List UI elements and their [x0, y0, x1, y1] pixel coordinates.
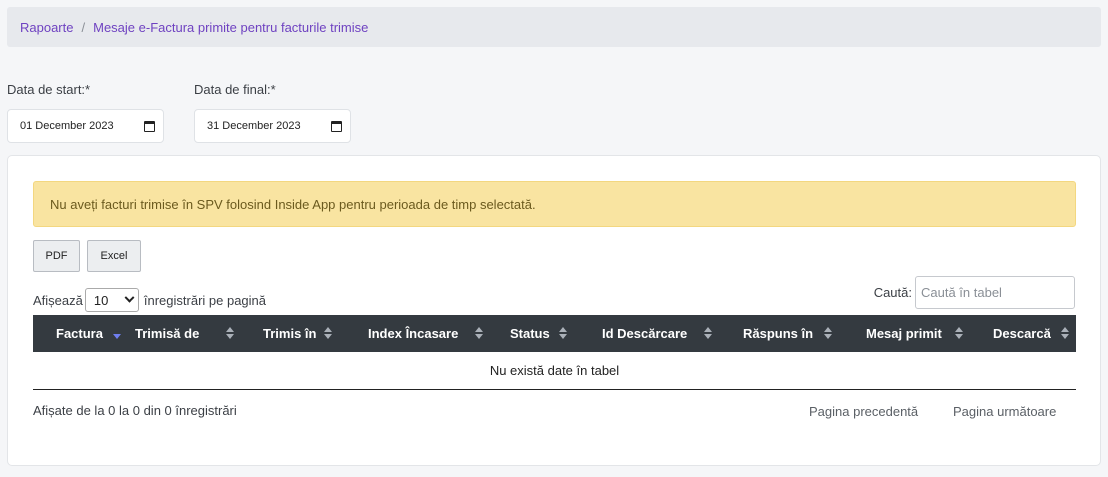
- warning-alert: Nu aveți facturi trimise în SPV folosind…: [33, 181, 1076, 227]
- calendar-icon[interactable]: [331, 120, 342, 132]
- page-length-select[interactable]: 10: [84, 288, 139, 312]
- page-length-value: 10: [93, 292, 109, 308]
- sort-icon: [704, 327, 712, 341]
- pagination-next[interactable]: Pagina următoare: [953, 404, 1056, 419]
- column-label: Răspuns în: [743, 326, 814, 341]
- column-header-id-descarcare[interactable]: Id Descărcare: [602, 315, 687, 352]
- column-label: Trimis în: [263, 326, 317, 341]
- column-header-trimis-in[interactable]: Trimis în: [263, 315, 316, 352]
- end-date-value: 31 December 2023: [207, 120, 301, 132]
- breadcrumb: Rapoarte / Mesaje e-Factura primite pent…: [7, 7, 1101, 47]
- export-pdf-button[interactable]: PDF: [33, 240, 80, 272]
- table-info: Afișate de la 0 la 0 din 0 înregistrări: [33, 403, 237, 418]
- column-header-trimisa-de[interactable]: Trimisă de: [135, 315, 199, 352]
- column-header-factura[interactable]: Factura: [56, 315, 103, 352]
- table-header: Factura Trimisă de Trimis în Index Încas…: [33, 315, 1076, 352]
- empty-table-text: Nu există date în tabel: [489, 363, 620, 378]
- pagination-previous[interactable]: Pagina precedentă: [809, 404, 918, 419]
- breadcrumb-current: Mesaje e-Factura primite pentru facturil…: [93, 19, 369, 35]
- sort-icon: [475, 327, 483, 341]
- sort-icon: [824, 327, 832, 341]
- sort-icon: [955, 327, 963, 341]
- column-header-descarca[interactable]: Descarcă: [993, 315, 1051, 352]
- start-date-label: Data de start:*: [7, 82, 91, 97]
- search-placeholder: Caută în tabel: [921, 285, 1002, 300]
- sort-icon: [226, 327, 234, 341]
- breadcrumb-separator: /: [81, 19, 86, 35]
- column-header-mesaj-primit[interactable]: Mesaj primit: [866, 315, 942, 352]
- column-header-raspuns-in[interactable]: Răspuns în: [743, 315, 813, 352]
- start-date-group: Data de start:* 01 December 2023: [7, 82, 164, 143]
- column-header-status[interactable]: Status: [510, 315, 550, 352]
- column-label: Mesaj primit: [866, 326, 942, 341]
- length-suffix: înregistrări pe pagină: [143, 292, 267, 308]
- chevron-down-icon: [124, 292, 135, 303]
- table-search: Caută: Caută în tabel: [874, 276, 1075, 309]
- end-date-group: Data de final:* 31 December 2023: [194, 82, 351, 143]
- end-date-input[interactable]: 31 December 2023: [194, 109, 351, 143]
- column-label: Trimisă de: [135, 326, 200, 341]
- page-length-control: Afișează 10 înregistrări pe pagină: [33, 288, 266, 312]
- start-date-value: 01 December 2023: [20, 120, 114, 132]
- column-label: Descarcă: [993, 326, 1051, 341]
- column-label: Index Încasare: [368, 326, 459, 341]
- sort-icon: [324, 327, 332, 341]
- sort-icon: [559, 327, 567, 341]
- column-label: Id Descărcare: [602, 326, 688, 341]
- calendar-icon[interactable]: [144, 120, 155, 132]
- column-label: Factura: [56, 326, 103, 341]
- length-prefix: Afișează: [33, 292, 83, 308]
- export-excel-button[interactable]: Excel: [87, 240, 141, 272]
- sort-icon: [1061, 327, 1069, 341]
- table-empty-row: Nu există date în tabel: [33, 352, 1076, 390]
- invoices-table: Factura Trimisă de Trimis în Index Încas…: [33, 315, 1076, 390]
- breadcrumb-link-rapoarte[interactable]: Rapoarte: [20, 20, 73, 35]
- column-header-index-incasare[interactable]: Index Încasare: [368, 315, 458, 352]
- report-card: Nu aveți facturi trimise în SPV folosind…: [7, 155, 1101, 466]
- search-label: Caută:: [873, 285, 912, 300]
- search-input[interactable]: Caută în tabel: [915, 276, 1075, 309]
- sort-desc-icon: [113, 327, 121, 341]
- column-label: Status: [510, 326, 550, 341]
- end-date-label: Data de final:*: [194, 82, 276, 97]
- alert-text: Nu aveți facturi trimise în SPV folosind…: [50, 196, 536, 212]
- start-date-input[interactable]: 01 December 2023: [7, 109, 164, 143]
